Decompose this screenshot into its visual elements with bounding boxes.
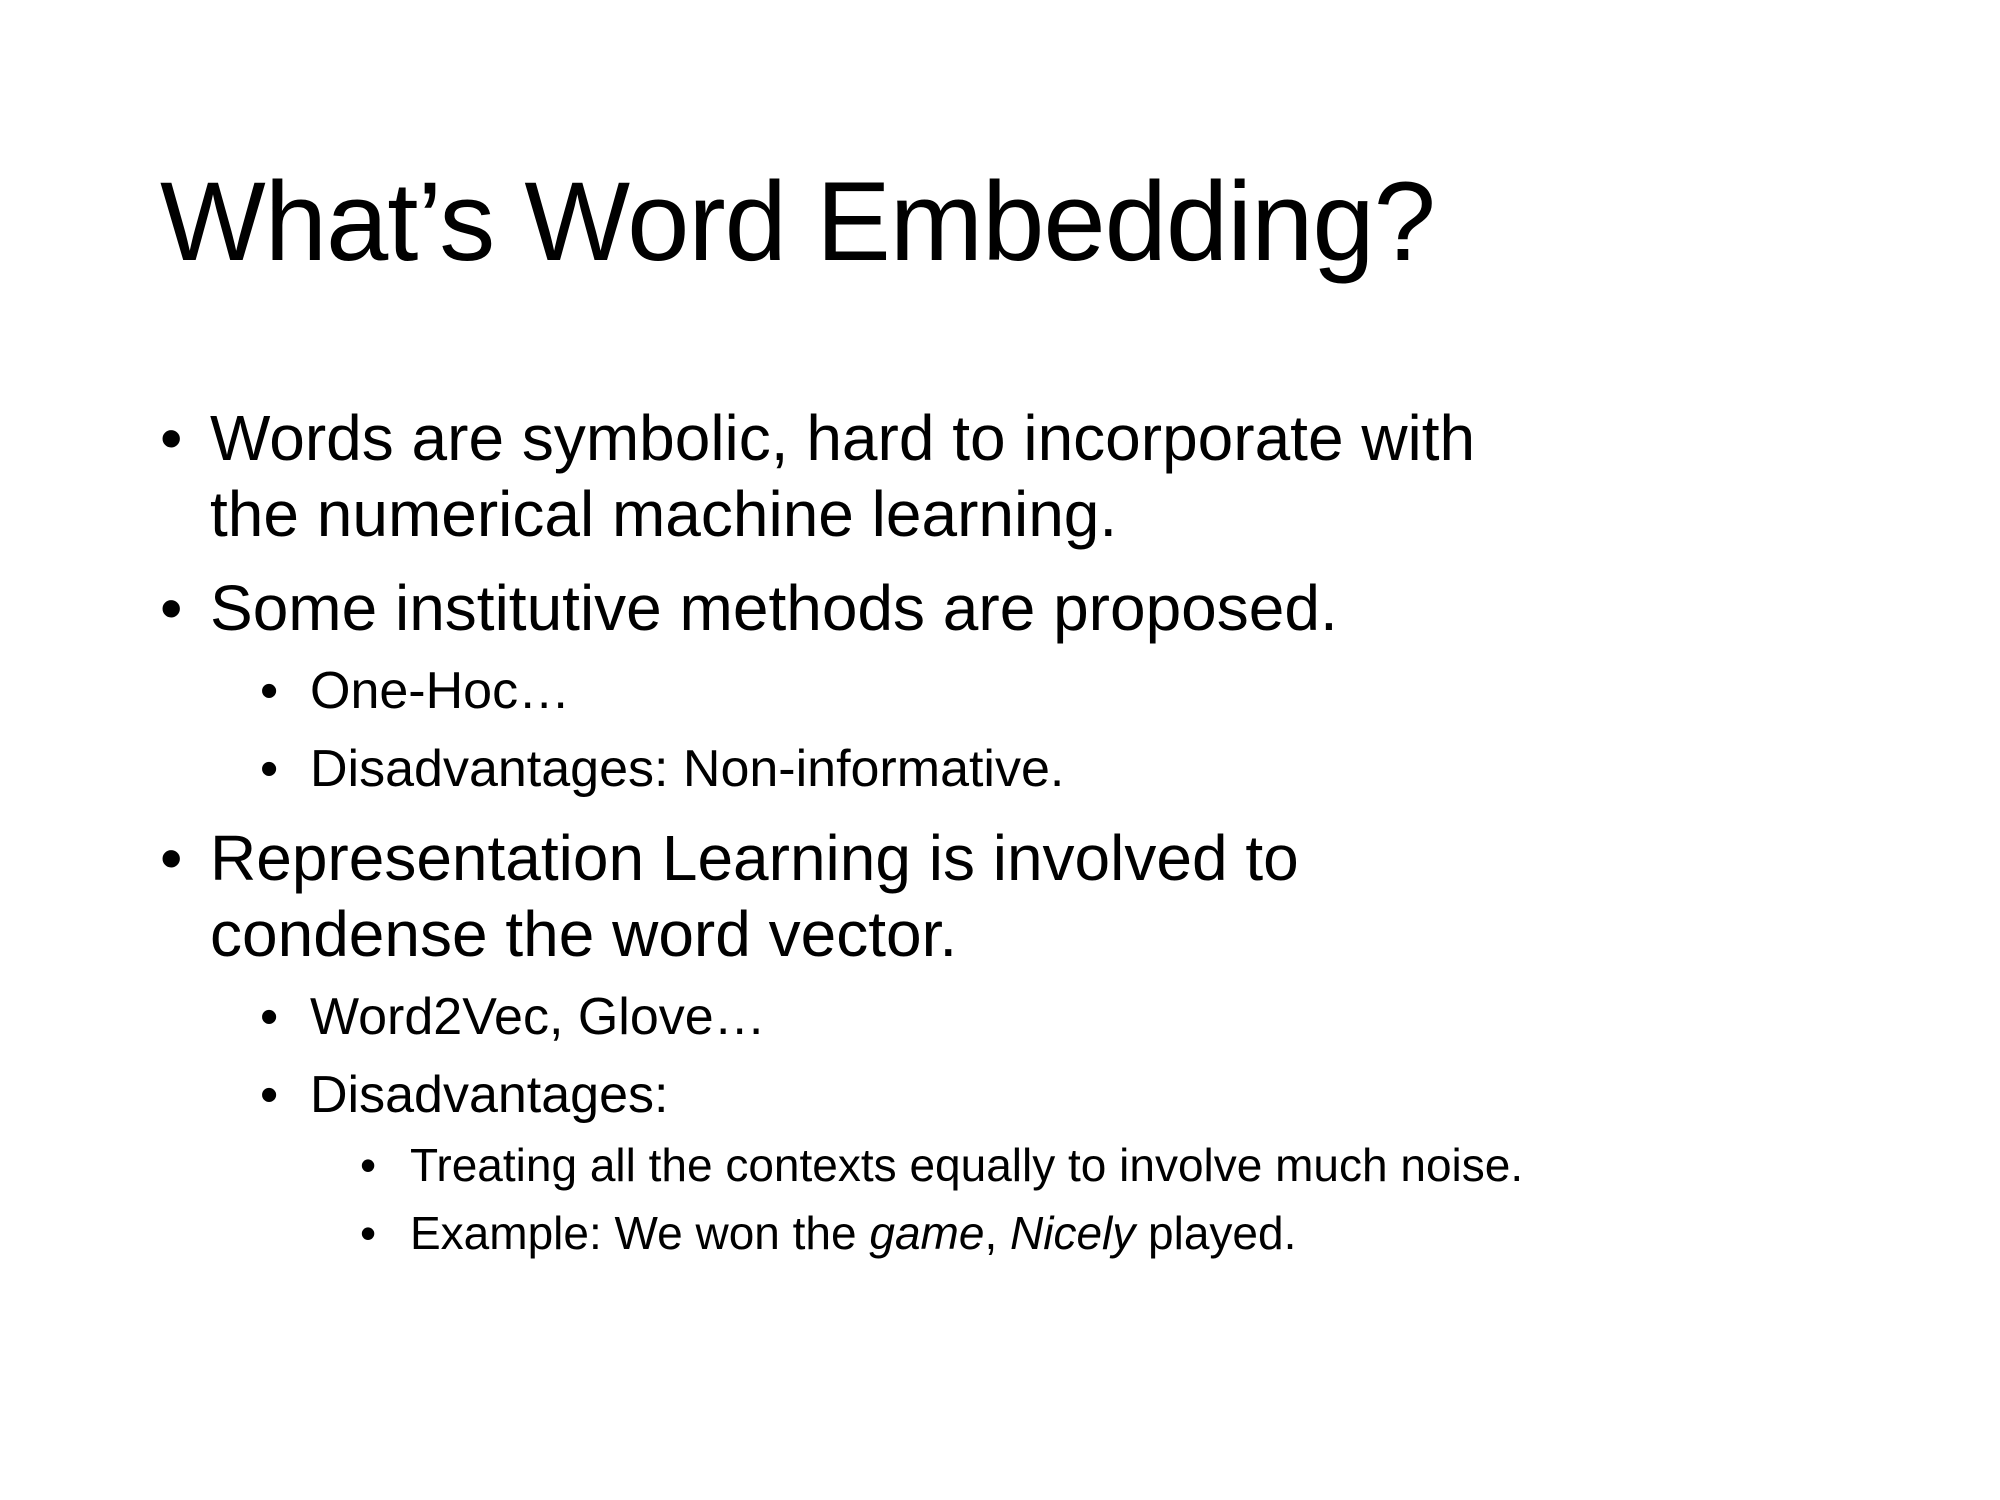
bullet-icon: • [160, 822, 183, 894]
bullet-text: Words are symbolic, hard to incorporate … [210, 402, 1476, 550]
bullet-text: Representation Learning is involved to c… [210, 822, 1299, 970]
sub-bullet-item: • Disadvantages: [260, 1062, 1940, 1128]
sub-sub-bullet-item: • Example: We won the game, Nicely playe… [360, 1202, 1730, 1264]
bullet-text: Word2Vec, Glove… [310, 988, 766, 1046]
slide: What’s Word Embedding? • Words are symbo… [0, 0, 2000, 1500]
bullet-item: • Representation Learning is involved to… [160, 820, 1550, 972]
example-italic-nicely: Nicely [1010, 1207, 1136, 1259]
example-italic-game: game [869, 1207, 985, 1259]
bullet-icon: • [160, 402, 183, 474]
bullet-item: • Words are symbolic, hard to incorporat… [160, 400, 1550, 552]
bullet-text: Disadvantages: [310, 1066, 669, 1124]
slide-body: • Words are symbolic, hard to incorporat… [160, 400, 1940, 1264]
example-separator: , [984, 1207, 1011, 1259]
slide-title: What’s Word Embedding? [160, 159, 1436, 284]
bullet-icon: • [260, 740, 279, 798]
bullet-text: Disadvantages: Non-informative. [310, 740, 1065, 798]
bullet-text: Treating all the contexts equally to inv… [410, 1139, 1524, 1191]
sub-bullet-item: • One-Hoc… [260, 658, 1940, 724]
bullet-icon: • [360, 1139, 377, 1191]
example-prefix: Example: We won the [410, 1207, 870, 1259]
sub-sub-bullet-item: • Treating all the contexts equally to i… [360, 1134, 1730, 1196]
bullet-text: One-Hoc… [310, 662, 571, 720]
bullet-text: Some institutive methods are proposed. [210, 572, 1338, 644]
example-suffix: played. [1135, 1207, 1297, 1259]
bullet-icon: • [260, 1066, 279, 1124]
bullet-icon: • [260, 988, 279, 1046]
bullet-icon: • [360, 1207, 377, 1259]
bullet-icon: • [260, 662, 279, 720]
sub-bullet-item: • Disadvantages: Non-informative. [260, 736, 1940, 802]
bullet-item: • Some institutive methods are proposed. [160, 570, 1950, 646]
sub-bullet-item: • Word2Vec, Glove… [260, 984, 1940, 1050]
bullet-icon: • [160, 572, 183, 644]
